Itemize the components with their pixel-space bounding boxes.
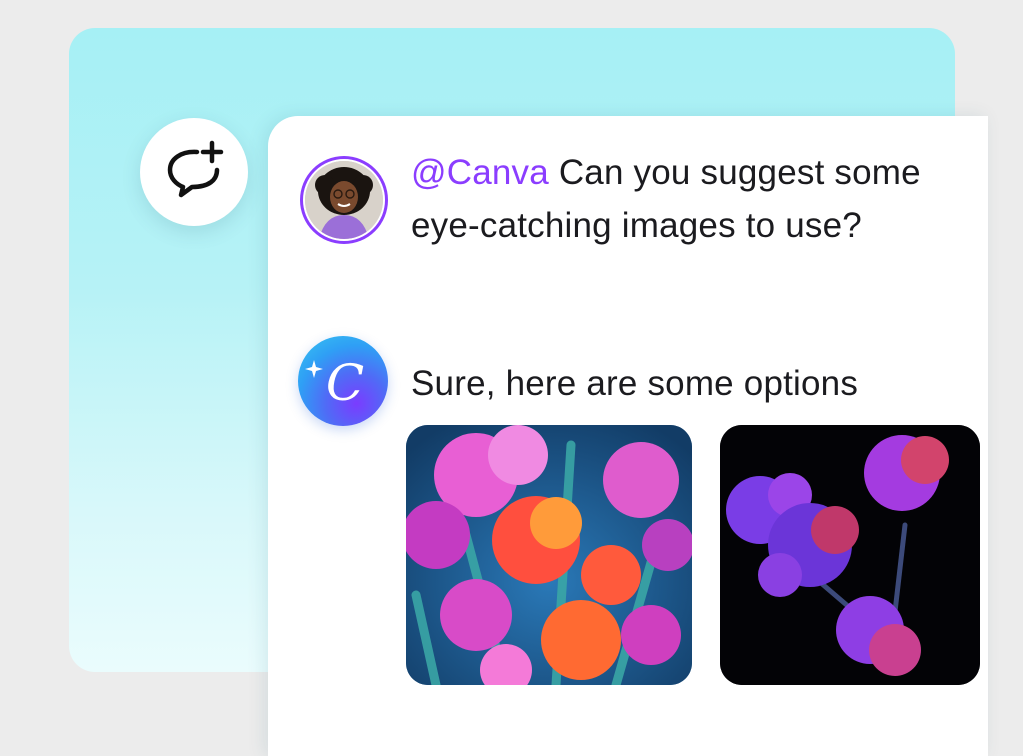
image-option-2[interactable] [720,425,980,685]
chat-plus-icon [167,140,224,198]
canva-assistant-logo: C [298,336,388,426]
assistant-message: Sure, here are some options [411,364,859,403]
svg-text:C: C [326,354,364,412]
user-avatar [300,156,388,244]
user-message: @Canva Can you suggest some eye-catching… [411,146,951,252]
new-chat-button[interactable] [140,118,248,226]
image-option-1[interactable] [406,425,692,685]
canva-mention[interactable]: @Canva [411,153,549,192]
